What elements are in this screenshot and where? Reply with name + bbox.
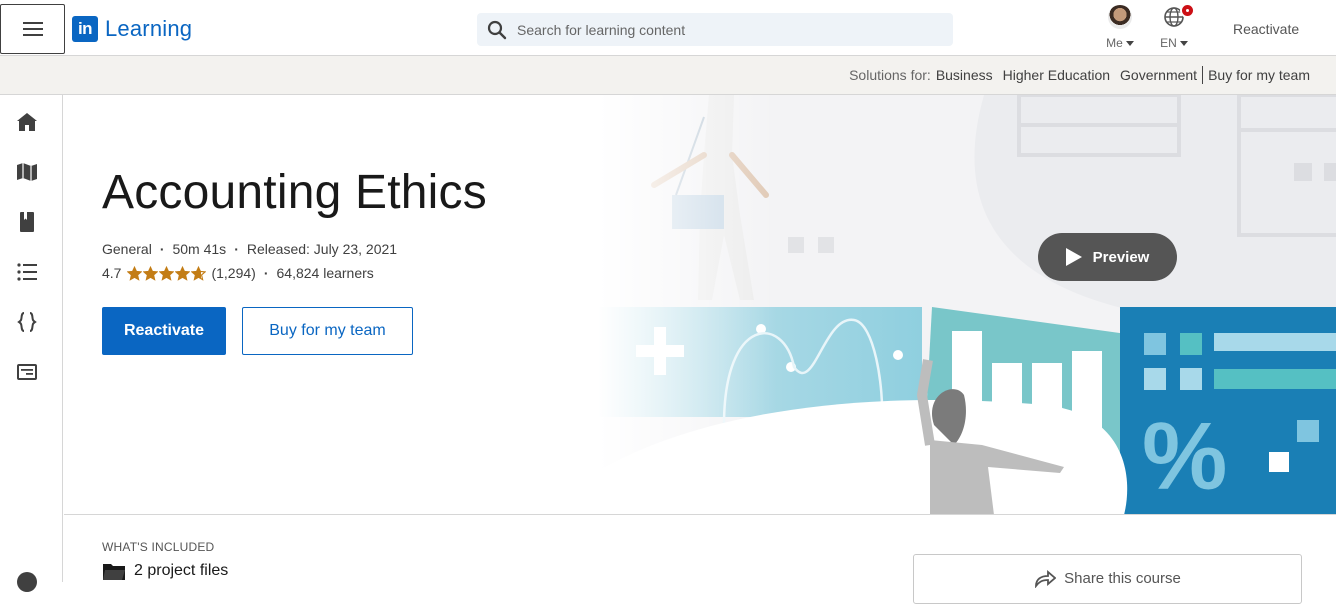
preview-button[interactable]: Preview (1038, 233, 1177, 281)
sidebar-item-paths[interactable] (14, 159, 40, 185)
project-files-label: 2 project files (134, 562, 229, 579)
solutions-bar: Solutions for: Business Higher Education… (0, 56, 1336, 95)
folder-icon (103, 564, 125, 580)
list-icon (17, 263, 37, 281)
solutions-link-government[interactable]: Government (1120, 67, 1197, 83)
buy-for-my-team-link[interactable]: Buy for my team (1208, 67, 1310, 83)
play-icon (1065, 248, 1082, 266)
included-item-project-files[interactable]: 2 project files (103, 562, 228, 580)
sidebar-item-home[interactable] (14, 109, 40, 135)
sidebar-item-code-challenges[interactable] (14, 309, 40, 335)
share-label: Share this course (1064, 570, 1181, 587)
map-icon (17, 163, 37, 181)
certificate-icon (17, 364, 37, 380)
rating-value: 4.7 (102, 265, 122, 281)
notification-badge (1180, 3, 1195, 18)
linkedin-learning-logo[interactable]: in Learning (72, 16, 192, 42)
course-hero: % Accounting Ethics General · 50m 41s · … (64, 95, 1336, 515)
course-meta: General · 50m 41s · Released: July 23, 2… (102, 241, 397, 257)
search-bar[interactable] (477, 13, 953, 46)
separator-dot: · (263, 265, 269, 281)
sidebar-item-my-learning[interactable] (14, 259, 40, 285)
solutions-link-higher-education[interactable]: Higher Education (1003, 67, 1110, 83)
left-sidebar (0, 95, 63, 582)
avatar (1108, 5, 1132, 29)
book-icon (20, 212, 34, 232)
separator-dot: · (159, 241, 165, 257)
learners-count: 64,824 learners (276, 265, 374, 281)
me-label: Me (1106, 36, 1123, 50)
course-duration: 50m 41s (172, 241, 227, 257)
share-arrow-icon (1035, 570, 1057, 588)
caret-down-icon (1179, 40, 1188, 46)
divider (1202, 66, 1204, 84)
search-input[interactable] (517, 21, 937, 38)
help-icon[interactable] (17, 572, 37, 592)
menu-button[interactable] (0, 4, 65, 54)
search-icon (487, 20, 507, 39)
ratings-count[interactable]: (1,294) (211, 265, 255, 281)
separator-dot: · (234, 241, 239, 257)
course-rating: 4.7 (1,294) · 64,824 learners (102, 265, 374, 281)
solutions-link-business[interactable]: Business (936, 67, 993, 83)
course-title: Accounting Ethics (102, 166, 487, 219)
star-icon (191, 265, 207, 281)
whats-included-label: WHAT'S INCLUDED (102, 540, 215, 554)
language-menu[interactable]: EN (1152, 3, 1196, 50)
star-icon (127, 265, 143, 281)
star-icon (143, 265, 159, 281)
sidebar-item-certificates[interactable] (14, 359, 40, 385)
caret-down-icon (1125, 40, 1134, 46)
code-braces-icon (17, 312, 37, 332)
star-icon (175, 265, 191, 281)
reactivate-button[interactable]: Reactivate (102, 307, 226, 355)
share-course-button[interactable]: Share this course (913, 554, 1302, 604)
course-release-date: Released: July 23, 2021 (246, 241, 398, 257)
hero-illustration: % (64, 95, 1336, 514)
preview-label: Preview (1092, 248, 1150, 266)
top-nav: in Learning Me EN Reactivate (0, 0, 1336, 56)
hamburger-icon (22, 22, 43, 36)
solutions-prefix: Solutions for: (849, 67, 931, 83)
buy-for-my-team-button[interactable]: Buy for my team (242, 307, 413, 355)
star-icon (159, 265, 175, 281)
course-level: General (102, 241, 152, 257)
reactivate-link[interactable]: Reactivate (1233, 21, 1299, 37)
star-rating (127, 265, 207, 281)
sidebar-item-library[interactable] (14, 209, 40, 235)
me-menu[interactable]: Me (1098, 5, 1142, 50)
logo-text: Learning (105, 16, 193, 41)
language-label: EN (1160, 36, 1177, 50)
home-icon (17, 113, 37, 131)
linkedin-logo-mark: in (72, 16, 98, 42)
